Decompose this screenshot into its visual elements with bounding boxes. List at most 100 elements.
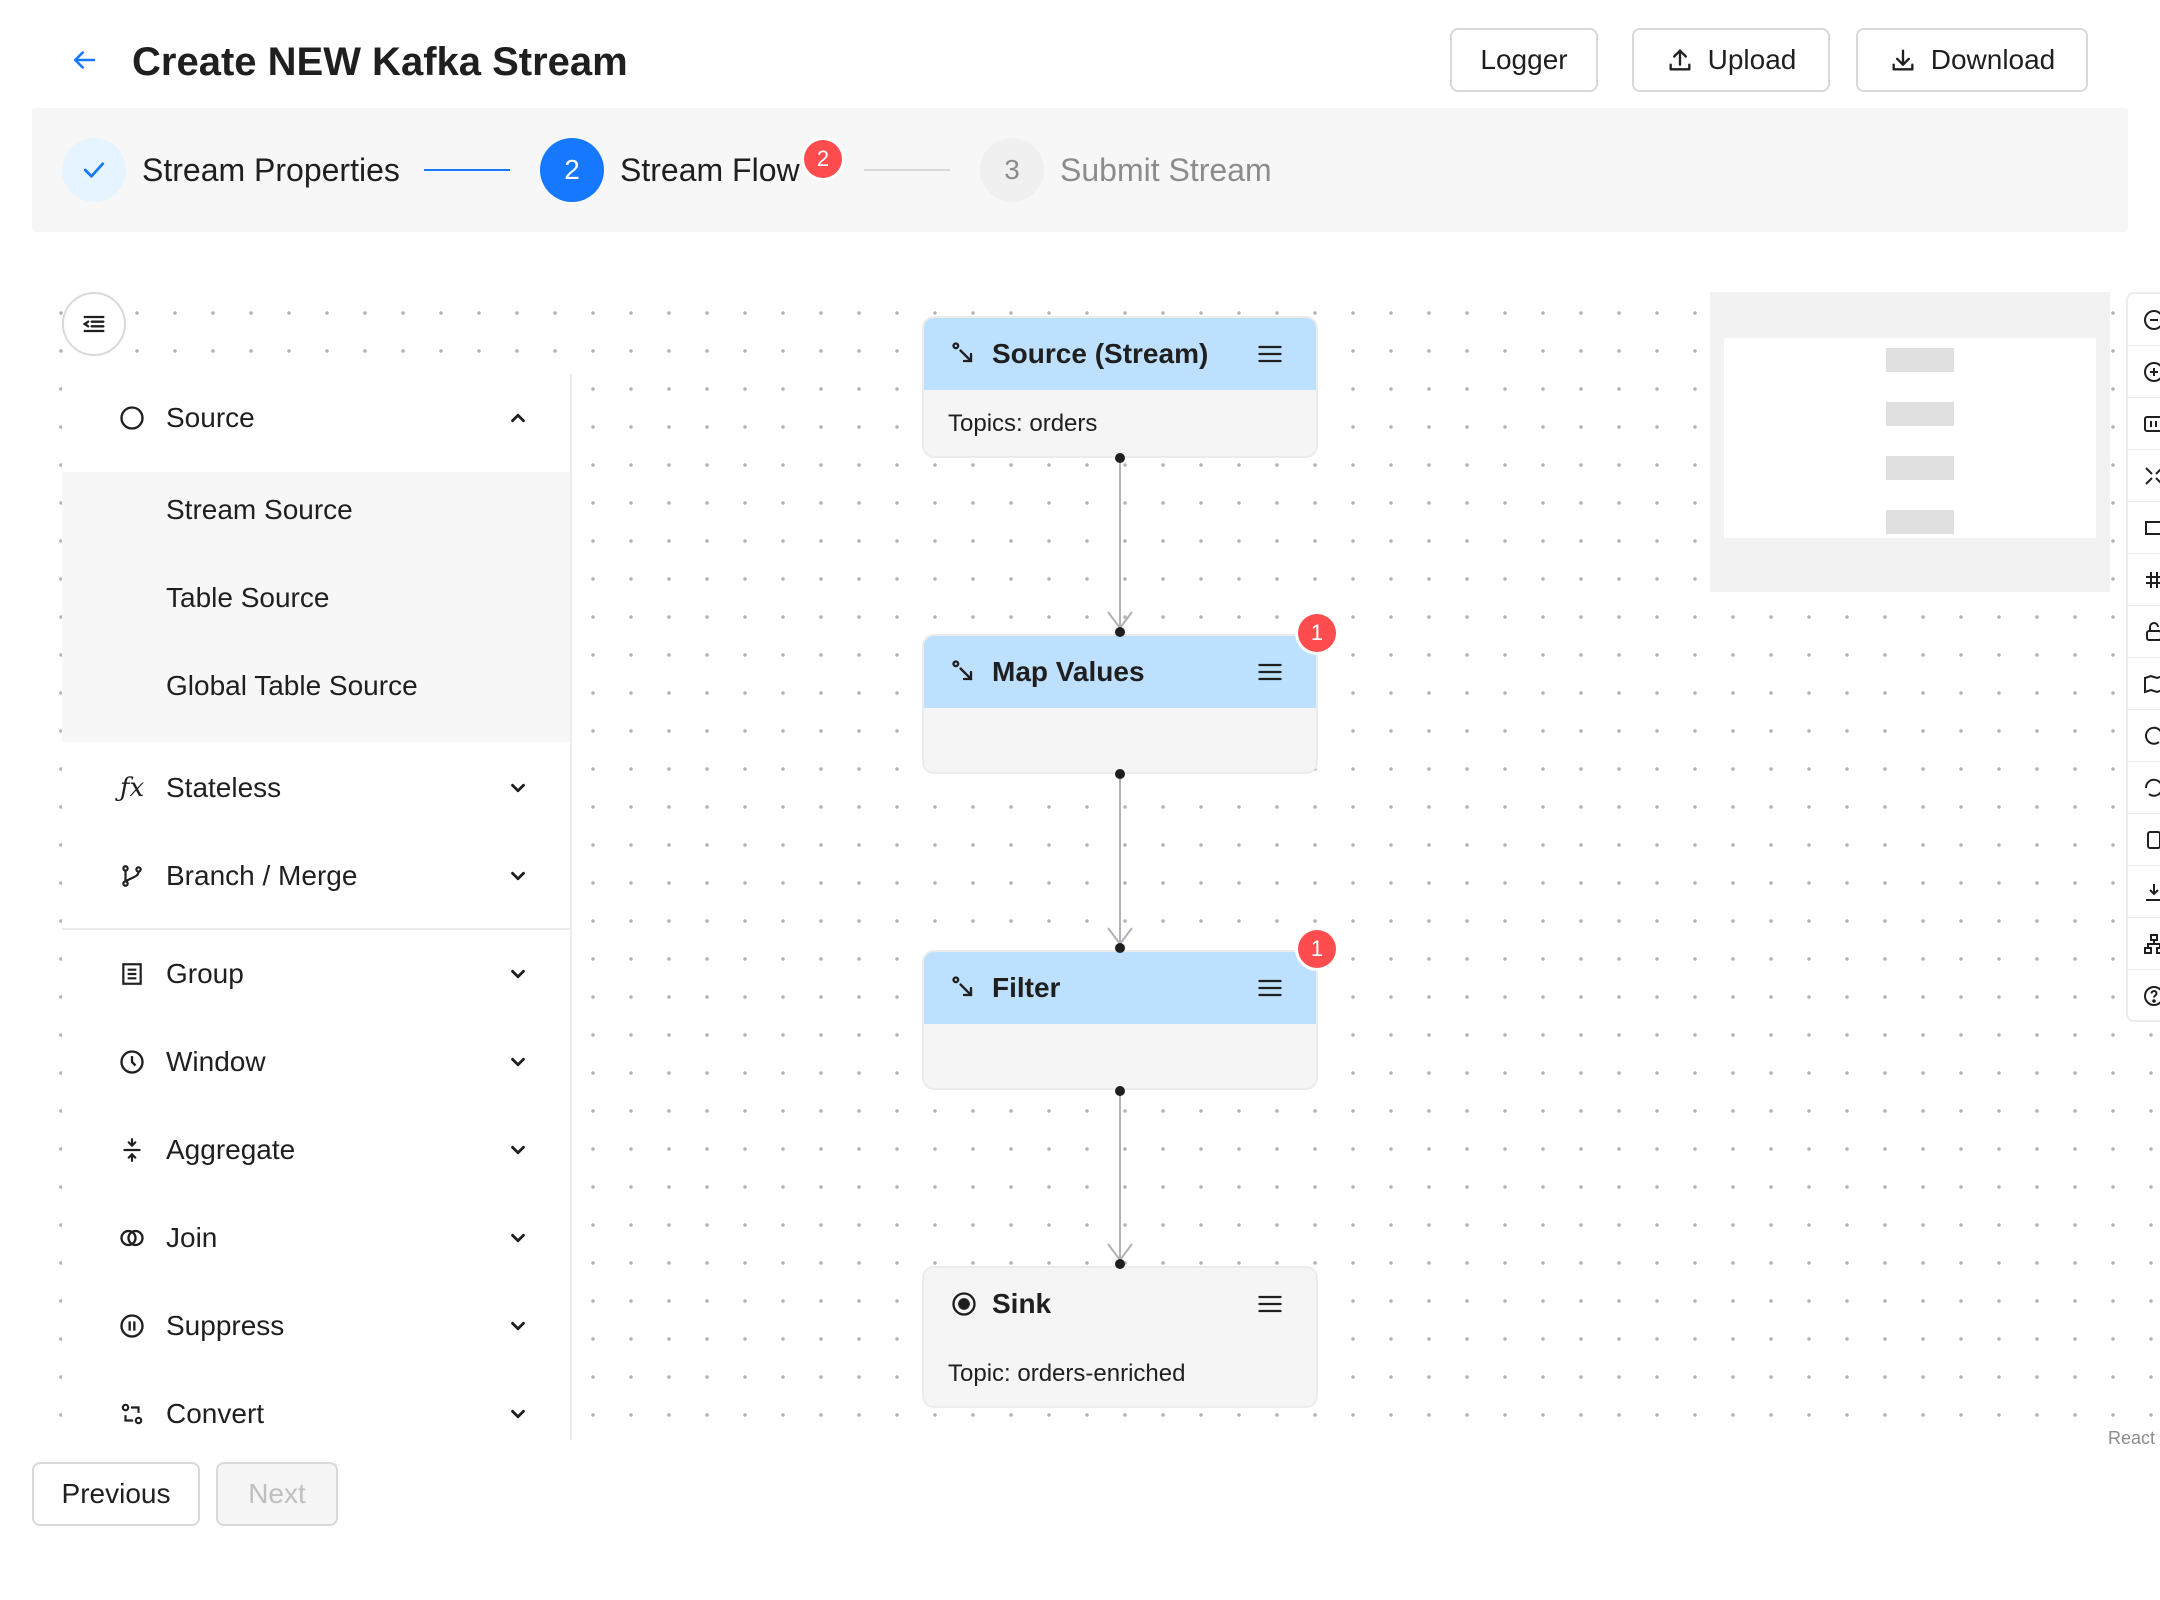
back-button[interactable]	[62, 38, 106, 82]
group-icon	[116, 958, 148, 990]
chevron-down-icon	[504, 1400, 532, 1428]
node-handle-top[interactable]	[1115, 943, 1125, 953]
chevron-down-icon	[504, 1136, 532, 1164]
sidebar-group-branch-merge[interactable]: Branch / Merge	[62, 832, 570, 920]
node-menu-button[interactable]	[1244, 646, 1296, 698]
chevron-down-icon	[504, 862, 532, 890]
sidebar-group-suppress[interactable]: Suppress	[62, 1282, 570, 1370]
node-handle-bottom[interactable]	[1115, 453, 1125, 463]
select-button[interactable]	[2128, 502, 2160, 554]
zoom-out-button[interactable]	[2128, 294, 2160, 346]
sidebar-collapse-button[interactable]	[62, 292, 126, 356]
node-title: Map Values	[992, 656, 1145, 687]
menu-icon	[1258, 345, 1282, 363]
arrow-left-icon	[74, 51, 96, 69]
step-title: Stream Flow	[620, 152, 800, 188]
menu-icon	[1258, 663, 1282, 681]
zoom-in-button[interactable]	[2128, 346, 2160, 398]
step-title: Submit Stream	[1060, 152, 1272, 188]
expand-icon	[2145, 466, 2160, 485]
sidebar-group-window[interactable]: Window	[62, 1018, 570, 1106]
stepper: Stream Properties 2 Stream Flow 2 3 Subm…	[32, 108, 2128, 232]
node-source-stream[interactable]: Source (Stream) Topics: orders	[922, 316, 1318, 458]
sidebar-group-convert[interactable]: Convert	[62, 1370, 570, 1440]
react-flow-attribution[interactable]: React	[2108, 1428, 2155, 1449]
chevron-up-icon	[504, 404, 532, 432]
pause-icon	[116, 1310, 148, 1342]
lock-button[interactable]	[2128, 606, 2160, 658]
lock-icon	[2146, 621, 2160, 641]
stream-node-icon	[952, 660, 973, 681]
node-filter[interactable]: Filter	[922, 950, 1318, 1090]
menu-fold-icon	[82, 315, 105, 333]
fullscreen-button[interactable]	[2128, 450, 2160, 502]
node-handle-top[interactable]	[1115, 1259, 1125, 1269]
chevron-down-icon	[504, 774, 532, 802]
node-sink[interactable]: Sink Topic: orders-enriched	[922, 1266, 1318, 1408]
chevron-down-icon	[504, 960, 532, 988]
previous-button[interactable]: Previous	[32, 1462, 200, 1526]
zoom-out-icon	[2144, 309, 2160, 330]
download-button-label: Download	[1930, 44, 2056, 75]
copy-button[interactable]	[2128, 814, 2160, 866]
download-icon	[2146, 883, 2160, 901]
auto-layout-button[interactable]	[2128, 918, 2160, 970]
node-body: Topics: orders	[948, 410, 1098, 437]
previous-button-label: Previous	[61, 1478, 171, 1509]
redo-icon	[2144, 778, 2160, 797]
circle-icon	[116, 402, 148, 434]
sidebar-group-label: Join	[166, 1222, 218, 1253]
sidebar-item-stream-source[interactable]: Stream Source	[166, 494, 353, 526]
minimap[interactable]	[1710, 292, 2110, 592]
map-button[interactable]	[2128, 658, 2160, 710]
node-menu-button[interactable]	[1244, 962, 1296, 1014]
node-handle-bottom[interactable]	[1115, 1086, 1125, 1096]
fit-view-button[interactable]	[2128, 398, 2160, 450]
page-title: Create NEW Kafka Stream	[132, 40, 628, 84]
branch-icon	[116, 860, 148, 892]
sidebar-group-group[interactable]: Group	[62, 930, 570, 1018]
node-menu-button[interactable]	[1244, 1278, 1296, 1330]
sidebar-group-source[interactable]: Source	[62, 374, 570, 462]
logger-button[interactable]: Logger	[1450, 28, 1598, 92]
sidebar-group-aggregate[interactable]: Aggregate	[62, 1106, 570, 1194]
redo-button[interactable]	[2128, 762, 2160, 814]
upload-button-label: Upload	[1707, 44, 1797, 75]
node-menu-button[interactable]	[1244, 328, 1296, 380]
sidebar-group-stateless[interactable]: ƒx Stateless	[62, 744, 570, 832]
sidebar-group-label: Source	[166, 402, 255, 433]
help-icon	[2144, 986, 2160, 1006]
node-map-values[interactable]: Map Values	[922, 634, 1318, 774]
help-button[interactable]	[2128, 970, 2160, 1022]
node-handle-bottom[interactable]	[1115, 769, 1125, 779]
chevron-down-icon	[504, 1048, 532, 1076]
node-body	[924, 708, 1316, 756]
download-button[interactable]: Download	[1856, 28, 2088, 92]
step-number: 3	[980, 138, 1044, 202]
sidebar-group-label: Window	[166, 1046, 266, 1077]
upload-button[interactable]: Upload	[1632, 28, 1830, 92]
convert-icon	[116, 1398, 148, 1430]
minimap-viewport	[1724, 338, 2096, 538]
chevron-down-icon	[504, 1224, 532, 1252]
export-button[interactable]	[2128, 866, 2160, 918]
next-button[interactable]: Next	[216, 1462, 338, 1526]
sidebar-item-global-table-source[interactable]: Global Table Source	[166, 670, 418, 702]
step-error-badge: 2	[804, 140, 842, 178]
sidebar-group-label: Convert	[166, 1398, 265, 1429]
sidebar-item-table-source[interactable]: Table Source	[166, 582, 329, 614]
sidebar-group-label: Branch / Merge	[166, 860, 358, 891]
sidebar-group-label: Aggregate	[166, 1134, 296, 1165]
undo-button[interactable]	[2128, 710, 2160, 762]
step-connector	[864, 169, 950, 171]
node-handle-top[interactable]	[1115, 627, 1125, 637]
sidebar-group-join[interactable]: Join	[62, 1194, 570, 1282]
chevron-down-icon	[504, 1312, 532, 1340]
next-button-label: Next	[248, 1478, 306, 1509]
minimap-node	[1886, 402, 1954, 426]
download-icon	[1892, 49, 1914, 71]
selection-icon	[2145, 520, 2160, 535]
grid-button[interactable]	[2128, 554, 2160, 606]
stream-node-icon	[952, 976, 973, 997]
map-icon	[2144, 674, 2160, 693]
